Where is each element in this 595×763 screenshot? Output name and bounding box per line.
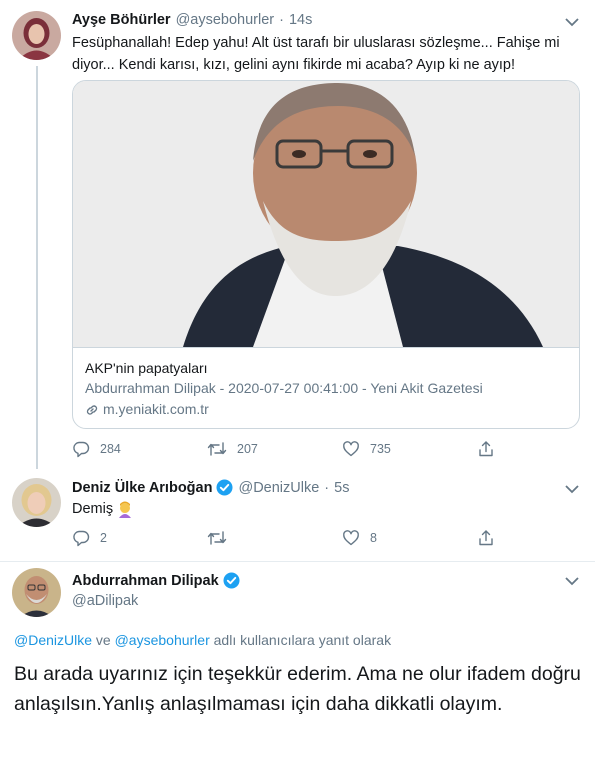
replying-connector: ve [92, 632, 115, 648]
tweet-header: Ayşe Böhürler @aysebohurler · 14s [72, 12, 312, 28]
link-icon [86, 404, 98, 415]
heart-icon [343, 530, 359, 546]
card-meta: AKP'nin papatyaları Abdurrahman Dilipak … [73, 347, 579, 428]
chevron-down-icon[interactable] [565, 576, 579, 586]
chevron-down-icon[interactable] [565, 484, 579, 494]
timestamp[interactable]: 5s [334, 480, 349, 496]
retweet-button[interactable] [207, 529, 342, 547]
tweet-header: Abdurrahman Dilipak [72, 572, 240, 589]
like-button[interactable]: 8 [342, 529, 477, 547]
tweet-header: Deniz Ülke Arıboğan @DenizUlke · 5s [72, 479, 349, 496]
retweet-icon [207, 531, 227, 545]
card-image [73, 81, 579, 347]
chevron-down-icon[interactable] [565, 17, 579, 27]
separator-dot: · [279, 12, 284, 28]
tweet-text: Fesüphanallah! Edep yahu! Alt üst tarafı… [72, 35, 560, 73]
reply-button[interactable]: 284 [72, 440, 207, 458]
display-name[interactable]: Ayşe Böhürler [72, 12, 171, 28]
replying-suffix: adlı kullanıcılara yanıt olarak [209, 632, 392, 648]
reply-count: 284 [100, 442, 121, 456]
display-name[interactable]: Deniz Ülke Arıboğan [72, 480, 212, 496]
retweet-button[interactable]: 207 [207, 440, 342, 458]
card-domain: m.yeniakit.com.tr [103, 401, 209, 417]
reply-button[interactable]: 2 [72, 529, 207, 547]
like-count: 8 [370, 531, 377, 545]
mention-aysebohurler[interactable]: @aysebohurler [115, 632, 210, 648]
user-handle[interactable]: @DenizUlke [238, 480, 319, 496]
timestamp[interactable]: 14s [289, 12, 312, 28]
avatar[interactable] [12, 478, 61, 527]
card-link[interactable]: m.yeniakit.com.tr [85, 399, 567, 420]
tweet-text-row: Demiş [72, 498, 572, 520]
verified-badge-icon [216, 479, 233, 496]
like-count: 735 [370, 442, 391, 456]
like-button[interactable]: 735 [342, 440, 477, 458]
woman-facepalming-emoji-icon [119, 501, 132, 518]
display-name[interactable]: Abdurrahman Dilipak [72, 573, 219, 589]
reply-icon [73, 530, 90, 547]
card-title: AKP'nin papatyaları [85, 360, 208, 376]
tweet-denizulke: Deniz Ülke Arıboğan @DenizUlke · 5s Demi… [0, 469, 595, 561]
share-icon [479, 530, 493, 546]
separator-dot: · [324, 479, 330, 496]
focused-tweet-text: Bu arada uyarınız için teşekkür ederim. … [14, 663, 581, 715]
retweet-icon [207, 442, 227, 456]
replying-to: @DenizUlke ve @aysebohurler adlı kullanı… [14, 632, 391, 648]
tweet-aysebohurler: Ayşe Böhürler @aysebohurler · 14s Fesüph… [0, 0, 595, 469]
avatar[interactable] [12, 11, 61, 60]
verified-badge-icon [223, 572, 240, 589]
reply-icon [73, 441, 90, 458]
user-handle[interactable]: @aDilipak [72, 593, 138, 609]
tweet-text: Demiş [72, 501, 114, 517]
avatar[interactable] [12, 568, 61, 617]
share-icon [479, 441, 493, 457]
retweet-count: 207 [237, 442, 258, 456]
action-bar: 284 207 735 [72, 440, 595, 458]
share-button[interactable] [477, 529, 595, 547]
action-bar: 2 8 [72, 529, 595, 547]
share-button[interactable] [477, 440, 595, 458]
handle-row: @aDilipak [72, 593, 138, 609]
mention-denizulke[interactable]: @DenizUlke [14, 632, 92, 648]
user-handle[interactable]: @aysebohurler [176, 12, 275, 28]
heart-icon [343, 441, 359, 457]
reply-count: 2 [100, 531, 107, 545]
link-preview-card[interactable]: AKP'nin papatyaları Abdurrahman Dilipak … [72, 80, 580, 429]
card-description: Abdurrahman Dilipak - 2020-07-27 00:41:0… [85, 380, 483, 396]
